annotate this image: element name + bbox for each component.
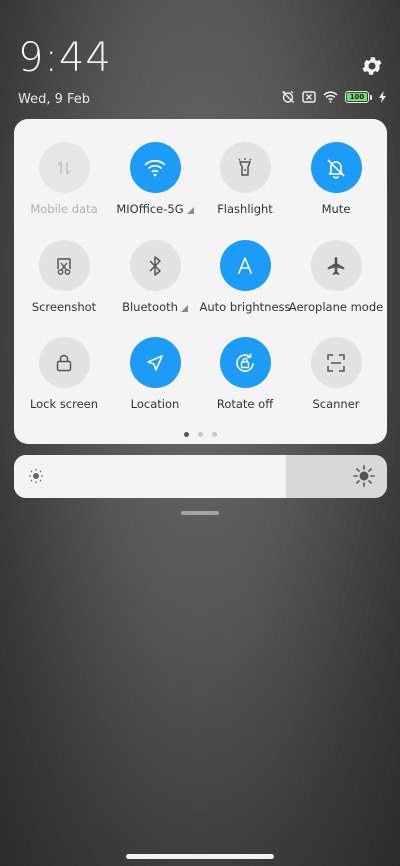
location-arrow-icon: [129, 337, 181, 388]
tile-label: Screenshot: [31, 300, 97, 314]
rotate-lock-icon: [219, 337, 271, 388]
tile-location[interactable]: Location: [109, 337, 201, 411]
tile-label: Mobile data: [30, 202, 98, 216]
more-options-triangle-icon: [186, 206, 194, 214]
tile-scanner[interactable]: Scanner: [290, 337, 382, 411]
charging-bolt-icon: [379, 91, 386, 103]
tile-label: Location: [130, 397, 180, 411]
lock-icon: [38, 337, 90, 388]
flashlight-icon: [219, 142, 271, 193]
tile-lock-screen[interactable]: Lock screen: [18, 337, 110, 411]
tile-label: Auto brightness: [199, 300, 291, 314]
tile-label: Aeroplane mode: [288, 300, 384, 314]
alarm-off-icon: [281, 90, 295, 104]
mobile-data-icon: [38, 142, 90, 193]
screenshot-scissors-icon: [38, 240, 90, 291]
battery-icon: 100: [345, 91, 372, 103]
bell-muted-icon: [310, 142, 362, 193]
auto-brightness-icon: [219, 240, 271, 291]
status-icons: 100: [281, 90, 386, 104]
tile-label: Rotate off: [216, 397, 274, 411]
tile-mute[interactable]: Mute: [290, 142, 382, 216]
tile-label: Lock screen: [29, 397, 99, 411]
tile-bluetooth[interactable]: Bluetooth: [109, 240, 201, 314]
brightness-low-icon: [28, 468, 44, 488]
tile-wifi[interactable]: MIOffice-5G: [109, 142, 201, 216]
tile-label: MIOffice-5G: [116, 202, 194, 216]
bluetooth-icon: [129, 240, 181, 291]
tile-aeroplane-mode[interactable]: Aeroplane mode: [288, 240, 384, 314]
more-options-triangle-icon: [180, 304, 188, 312]
page-dot[interactable]: [184, 432, 189, 437]
brightness-fill: [14, 455, 287, 498]
status-header: 9:44 Wed, 9 Feb: [18, 38, 112, 107]
brightness-slider[interactable]: [14, 455, 387, 498]
tile-label: Scanner: [312, 397, 360, 411]
airplane-icon: [310, 240, 362, 291]
tile-label: Bluetooth: [122, 300, 188, 314]
date: Wed, 9 Feb: [18, 92, 91, 107]
home-gesture-bar[interactable]: [126, 854, 274, 859]
tile-label: Flashlight: [217, 202, 273, 216]
page-indicator: [14, 432, 387, 437]
no-sim-icon: [302, 91, 316, 103]
page-dot[interactable]: [198, 432, 203, 437]
scanner-icon: [310, 337, 362, 388]
tile-label-text: Bluetooth: [122, 300, 178, 314]
tile-rotate-off[interactable]: Rotate off: [199, 337, 291, 411]
tile-screenshot[interactable]: Screenshot: [18, 240, 110, 314]
tile-flashlight[interactable]: Flashlight: [199, 142, 291, 216]
wifi-icon: [129, 142, 181, 193]
page-dot[interactable]: [212, 432, 217, 437]
wifi-status-icon: [323, 91, 338, 103]
settings-gear-icon[interactable]: [360, 54, 384, 78]
tile-auto-brightness[interactable]: Auto brightness: [199, 240, 291, 314]
tile-mobile-data[interactable]: Mobile data: [18, 142, 110, 216]
clock: 9:44: [18, 35, 112, 81]
battery-level: 100: [347, 93, 367, 101]
tile-label-text: MIOffice-5G: [116, 202, 184, 216]
brightness-high-icon: [353, 465, 375, 491]
panel-drag-handle[interactable]: [181, 511, 219, 515]
tile-label: Mute: [321, 202, 351, 216]
quick-settings-panel: Mobile data MIOffice-5G Flashlight Mute …: [14, 119, 387, 444]
